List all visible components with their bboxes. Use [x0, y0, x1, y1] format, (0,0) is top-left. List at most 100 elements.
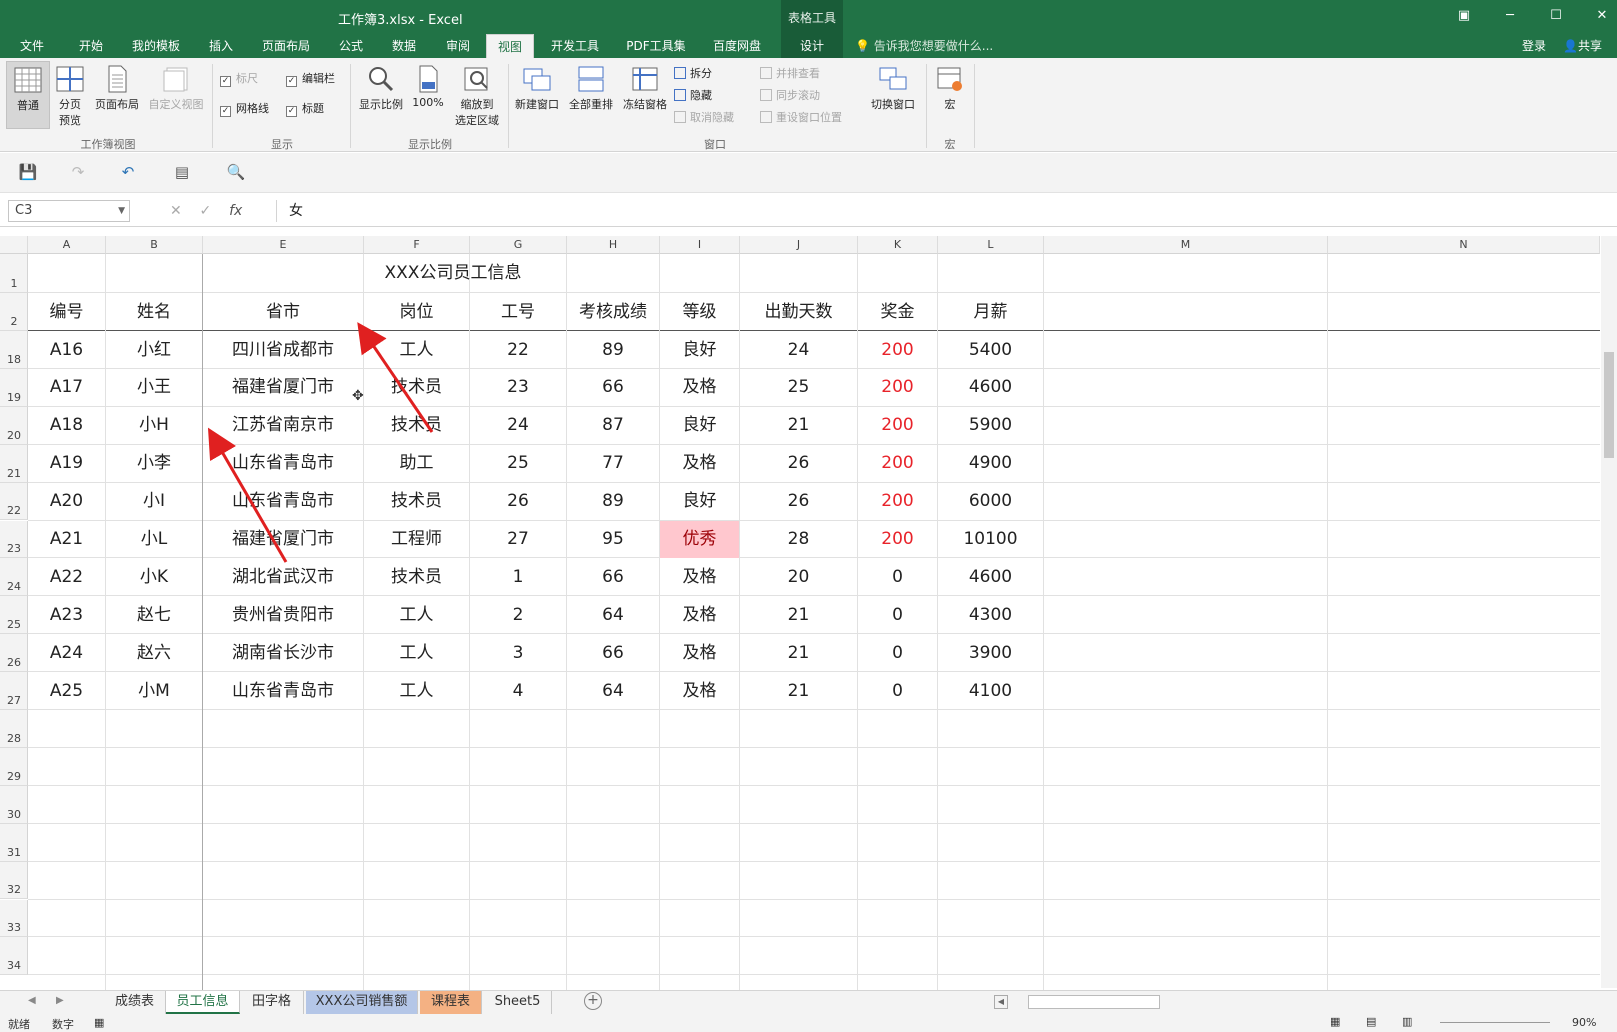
close-button[interactable]: ✕	[1592, 6, 1612, 26]
tab-developer[interactable]: 开发工具	[544, 34, 606, 58]
login-button[interactable]: 登录	[1522, 34, 1546, 58]
data-cell[interactable]: A20	[28, 483, 105, 520]
data-cell[interactable]: 小红	[106, 332, 202, 369]
sheet-tab-schedule[interactable]: 课程表	[420, 991, 482, 1014]
data-cell[interactable]: A17	[28, 369, 105, 406]
data-cell[interactable]: 24	[470, 407, 566, 444]
name-box[interactable]: C3 ▼	[8, 200, 130, 222]
headings-checkbox[interactable]: ✓ 标题	[286, 100, 324, 118]
data-cell[interactable]: 25	[470, 445, 566, 482]
row-header[interactable]: 23	[0, 520, 28, 559]
column-title-cell[interactable]: 省市	[203, 294, 363, 331]
column-title-cell[interactable]: 姓名	[106, 294, 202, 331]
data-cell[interactable]: 24	[740, 332, 857, 369]
data-cell[interactable]: 64	[567, 597, 659, 634]
data-cell[interactable]: 良好	[660, 332, 739, 369]
data-cell[interactable]: 3	[470, 635, 566, 672]
data-cell[interactable]: 及格	[660, 369, 739, 406]
data-cell[interactable]: 66	[567, 369, 659, 406]
data-cell[interactable]: A24	[28, 635, 105, 672]
data-cell[interactable]: 山东省青岛市	[203, 483, 363, 520]
data-cell[interactable]: 4100	[938, 673, 1043, 710]
row-header[interactable]: 28	[0, 710, 28, 748]
row-header[interactable]: 27	[0, 672, 28, 710]
hscroll-left-icon[interactable]: ◀	[994, 995, 1008, 1009]
cancel-icon[interactable]: ✕	[170, 203, 182, 219]
tab-pdf-tools[interactable]: PDF工具集	[620, 34, 692, 58]
custom-views-button[interactable]: 自定义视图	[145, 65, 207, 112]
data-cell[interactable]: 26	[470, 483, 566, 520]
minimize-button[interactable]: ─	[1500, 6, 1520, 26]
data-cell[interactable]: 山东省青岛市	[203, 673, 363, 710]
tab-insert[interactable]: 插入	[200, 34, 242, 58]
data-cell[interactable]: 4600	[938, 559, 1043, 596]
data-cell[interactable]: 10100	[938, 521, 1043, 558]
macro-record-icon[interactable]: ▦	[94, 1016, 104, 1029]
macros-button[interactable]: 宏	[932, 65, 968, 112]
tab-scroll-right-icon[interactable]: ▶	[56, 995, 64, 1006]
data-cell[interactable]: 4600	[938, 369, 1043, 406]
formula-bar-checkbox[interactable]: ✓ 编辑栏	[286, 70, 335, 88]
data-cell[interactable]: 赵七	[106, 597, 202, 634]
data-cell[interactable]: 5900	[938, 407, 1043, 444]
data-cell[interactable]: 95	[567, 521, 659, 558]
data-cell[interactable]: A19	[28, 445, 105, 482]
normal-view-button[interactable]: 普通	[6, 61, 50, 129]
data-cell[interactable]: 工人	[364, 597, 469, 634]
column-title-cell[interactable]: 等级	[660, 294, 739, 331]
data-cell[interactable]: 87	[567, 407, 659, 444]
insert-function-icon[interactable]: fx	[229, 203, 242, 219]
add-sheet-icon[interactable]: +	[584, 992, 602, 1010]
data-cell[interactable]: 4300	[938, 597, 1043, 634]
row-header[interactable]: 1	[0, 254, 28, 293]
data-cell[interactable]: 200	[858, 445, 937, 482]
share-button[interactable]: 👤共享	[1563, 34, 1602, 58]
formula-input[interactable]: 女	[276, 200, 1606, 222]
data-cell[interactable]: 21	[740, 407, 857, 444]
row-header[interactable]: 33	[0, 899, 28, 938]
sheet-title-cell[interactable]: XXX公司员工信息	[203, 254, 703, 293]
tab-formulas[interactable]: 公式	[330, 34, 372, 58]
row-header[interactable]: 30	[0, 785, 28, 824]
data-cell[interactable]: 2	[470, 597, 566, 634]
data-cell[interactable]: 小王	[106, 369, 202, 406]
column-header-n[interactable]: N	[1328, 236, 1600, 254]
row-header[interactable]: 20	[0, 406, 28, 445]
zoom-button[interactable]: 显示比例	[356, 65, 406, 112]
tab-home[interactable]: 开始	[70, 34, 112, 58]
column-header-b[interactable]: B	[106, 236, 203, 254]
row-header[interactable]: 29	[0, 747, 28, 786]
row-header[interactable]: 32	[0, 861, 28, 900]
enter-icon[interactable]: ✓	[200, 203, 212, 219]
column-header-l[interactable]: L	[938, 236, 1044, 254]
reset-window-position-button[interactable]: 重设窗口位置	[760, 108, 842, 128]
column-title-cell[interactable]: 考核成绩	[567, 294, 659, 331]
column-header-m[interactable]: M	[1044, 236, 1328, 254]
data-cell[interactable]: 技术员	[364, 559, 469, 596]
data-cell[interactable]: 赵六	[106, 635, 202, 672]
column-header-j[interactable]: J	[740, 236, 858, 254]
data-cell[interactable]: 66	[567, 635, 659, 672]
row-header[interactable]: 26	[0, 634, 28, 673]
data-cell[interactable]: 工人	[364, 673, 469, 710]
ribbon-display-icon[interactable]: ▣	[1454, 6, 1474, 26]
data-cell[interactable]: 及格	[660, 635, 739, 672]
data-cell[interactable]: 四川省成都市	[203, 332, 363, 369]
data-cell[interactable]: 湖南省长沙市	[203, 635, 363, 672]
freeze-panes-button[interactable]: 冻结窗格	[620, 65, 670, 112]
data-cell[interactable]: 贵州省贵阳市	[203, 597, 363, 634]
data-cell[interactable]: 200	[858, 483, 937, 520]
data-cell[interactable]: 良好	[660, 407, 739, 444]
column-header-i[interactable]: I	[660, 236, 740, 254]
data-cell[interactable]: 26	[740, 445, 857, 482]
data-cell[interactable]: 及格	[660, 673, 739, 710]
row-header[interactable]: 24	[0, 558, 28, 597]
data-cell[interactable]: 0	[858, 673, 937, 710]
tab-review[interactable]: 审阅	[436, 34, 480, 58]
column-title-cell[interactable]: 编号	[28, 294, 105, 331]
row-header[interactable]: 18	[0, 331, 28, 369]
column-header-h[interactable]: H	[567, 236, 660, 254]
sheet-tab-grades[interactable]: 成绩表	[104, 991, 166, 1014]
data-cell[interactable]: 6000	[938, 483, 1043, 520]
data-cell[interactable]: 66	[567, 559, 659, 596]
